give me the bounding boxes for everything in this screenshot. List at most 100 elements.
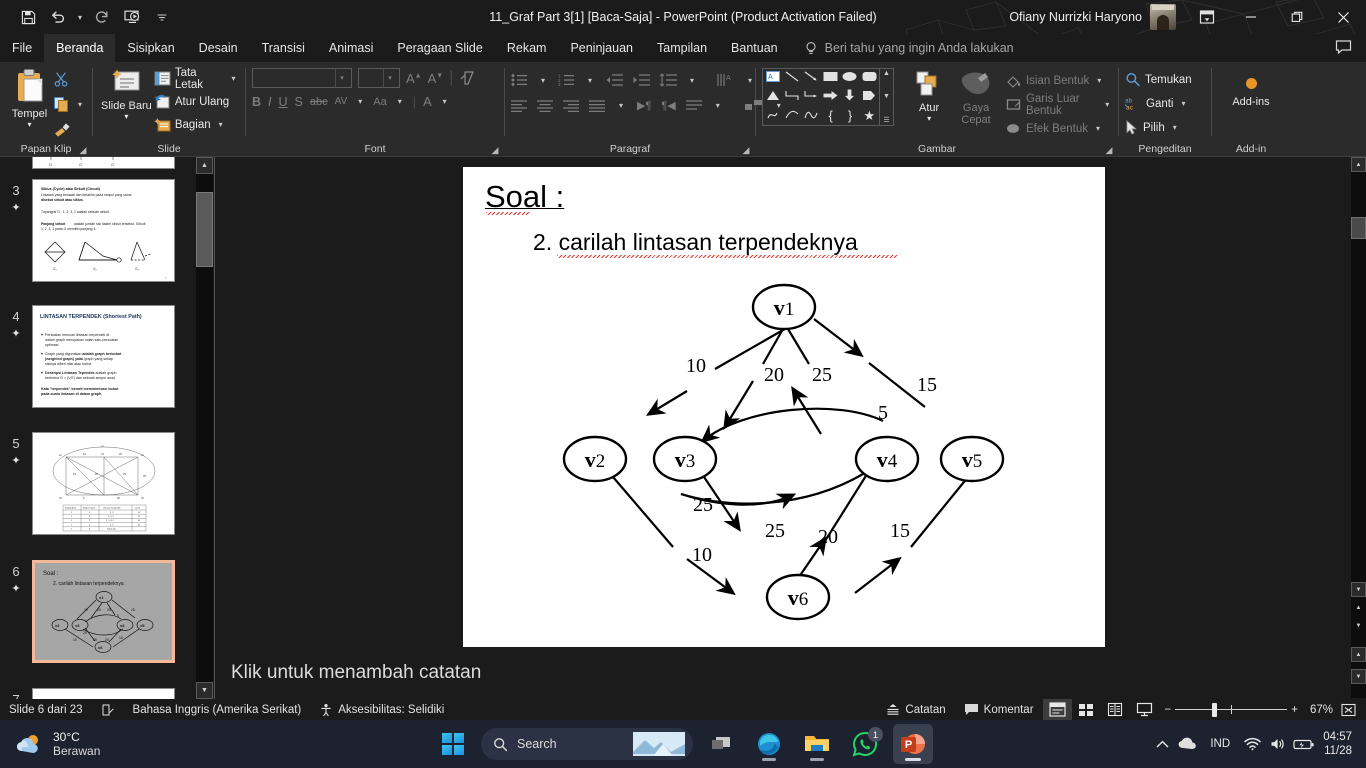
tray-overflow-icon[interactable] (1149, 720, 1175, 768)
reset-button[interactable]: Atur Ulang (154, 90, 239, 113)
view-reading-button[interactable] (1101, 699, 1130, 720)
arrange-caret-icon[interactable]: ▾ (927, 115, 931, 123)
next-slide-button[interactable]: ▼ (1351, 618, 1366, 633)
font-size-dropdown-icon[interactable]: ▾ (383, 69, 396, 87)
font-dialog-launcher[interactable]: ◢ (489, 144, 501, 156)
rectangle-shape-icon[interactable] (823, 69, 838, 87)
wifi-icon[interactable] (1239, 720, 1265, 768)
font-name-dropdown-icon[interactable]: ▾ (335, 69, 348, 87)
accessibility-status[interactable]: Aksesibilitas: Selidiki (310, 699, 453, 720)
numbering-caret-icon[interactable]: ▾ (584, 76, 596, 85)
text-direction-caret-icon[interactable]: ▾ (744, 76, 756, 85)
elbow-connector-icon[interactable] (785, 88, 799, 106)
decrease-indent-icon[interactable] (605, 73, 623, 87)
notes-pane[interactable]: Klik untuk menambah catatan (215, 647, 1351, 698)
save-icon[interactable] (14, 4, 42, 30)
copy-button[interactable]: ▾ (53, 93, 86, 116)
tab-peninjauan[interactable]: Peninjauan (558, 34, 645, 62)
select-button[interactable]: Pilih ▾ (1125, 116, 1192, 139)
drawing-dialog-launcher[interactable]: ◢ (1103, 144, 1115, 156)
zoom-out-button[interactable]: − (1159, 699, 1176, 720)
quick-styles-button[interactable]: Gaya Cepat (952, 68, 1000, 126)
cut-button[interactable] (53, 68, 86, 91)
tab-rekam[interactable]: Rekam (495, 34, 559, 62)
change-case-caret-icon[interactable]: ▾ (394, 97, 406, 106)
scribble-icon[interactable] (766, 107, 780, 125)
smartart-caret-icon[interactable]: ▾ (712, 101, 724, 110)
previous-slide-button[interactable]: ▲ (1351, 600, 1366, 615)
paste-caret-icon[interactable]: ▾ (27, 121, 31, 129)
rounded-rectangle-shape-icon[interactable] (862, 69, 877, 87)
taskbar-clock[interactable]: 04:57 11/28 (1317, 730, 1356, 758)
taskbar-item-powerpoint[interactable]: P (893, 724, 933, 764)
character-spacing-button[interactable]: AV (335, 96, 348, 107)
bullets-caret-icon[interactable]: ▾ (537, 76, 549, 85)
thumb-scrollbar-thumb[interactable] (196, 192, 213, 267)
change-case-button[interactable]: Aa (373, 96, 386, 108)
oval-shape-icon[interactable] (842, 69, 857, 87)
increase-indent-icon[interactable] (632, 73, 650, 87)
tab-transisi[interactable]: Transisi (250, 34, 317, 62)
pentagon-shape-icon[interactable] (862, 88, 876, 106)
text-box-shape-icon[interactable]: A (765, 69, 780, 87)
language-status[interactable]: Bahasa Inggris (Amerika Serikat) (124, 699, 311, 720)
slide-subtitle[interactable]: 2. carilah lintasan terpendeknya (533, 229, 858, 256)
customize-qat-icon[interactable] (148, 4, 176, 30)
view-slide-sorter-button[interactable] (1072, 699, 1101, 720)
onedrive-icon[interactable] (1175, 720, 1201, 768)
comments-button[interactable]: Komentar (955, 699, 1043, 720)
search-input[interactable]: Search (481, 728, 693, 760)
taskbar-item-edge[interactable] (749, 724, 789, 764)
thumbnail-slide-5[interactable]: v1 v2 v3 v4 v5 v6 10 20 15 25 45 5 30 35 Simpul A… (32, 432, 175, 535)
arc-icon[interactable] (804, 107, 818, 125)
tab-animasi[interactable]: Animasi (317, 34, 385, 62)
section-button[interactable]: Bagian ▾ (154, 113, 239, 136)
shapes-scroll-down-icon[interactable]: ▼ (883, 93, 890, 100)
undo-icon[interactable] (44, 4, 72, 30)
undo-dropdown-icon[interactable]: ▾ (74, 13, 86, 22)
view-normal-button[interactable] (1042, 699, 1072, 720)
bold-button[interactable]: B (252, 95, 261, 109)
language-indicator[interactable]: IND (1201, 720, 1239, 768)
tab-sisipkan[interactable]: Sisipkan (115, 34, 186, 62)
select-caret-icon[interactable]: ▾ (1169, 123, 1181, 132)
columns-caret-icon[interactable]: ▾ (615, 101, 627, 110)
tab-bantuan[interactable]: Bantuan (719, 34, 790, 62)
font-name-input[interactable]: ▾ (252, 68, 352, 88)
tab-tampilan[interactable]: Tampilan (645, 34, 719, 62)
tab-beranda[interactable]: Beranda (44, 34, 116, 62)
list-item[interactable]: 6 ✦ Soal : 2. carilah lintasan terpendek… (0, 560, 175, 663)
tell-me-search[interactable]: Beri tahu yang ingin Anda lakukan (790, 34, 1014, 62)
shape-fill-button[interactable]: Isian Bentuk ▾ (1006, 69, 1112, 92)
curve-icon[interactable] (785, 107, 799, 125)
minimize-button[interactable] (1228, 0, 1274, 34)
font-color-button[interactable]: A (423, 94, 432, 109)
shape-effects-button[interactable]: Efek Bentuk ▾ (1006, 117, 1112, 140)
format-painter-button[interactable] (53, 118, 86, 141)
thumbnail-slide-7[interactable] (32, 688, 175, 699)
spellcheck-status[interactable] (92, 699, 124, 720)
thumbnail-slide-6[interactable]: Soal : 2. carilah lintasan terpendeknya (32, 560, 175, 663)
stage-scroll-down-button[interactable]: ▼ (1351, 582, 1366, 597)
shape-outline-caret-icon[interactable]: ▾ (1103, 100, 1112, 109)
task-view-button[interactable] (701, 724, 741, 764)
page-title[interactable]: Soal : (485, 179, 564, 215)
thumb-scroll-up-button[interactable]: ▲ (196, 157, 213, 174)
new-slide-caret-icon[interactable]: ▾ (124, 113, 128, 121)
zoom-slider-handle[interactable] (1212, 703, 1218, 717)
thumbnail-slide-2[interactable]: GGG (32, 157, 175, 169)
arrange-button[interactable]: Atur ▾ (906, 68, 952, 123)
new-slide-button[interactable]: Slide Baru ▾ (99, 66, 154, 121)
list-item[interactable]: 5 ✦ v1 v2 v3 v4 v5 v6 10 20 15 25 45 5 3… (0, 432, 175, 535)
find-button[interactable]: Temukan (1125, 68, 1192, 91)
shapes-more-icon[interactable]: ☰ (883, 116, 889, 124)
star-shape-icon[interactable]: ★ (864, 108, 876, 124)
line-shape-icon[interactable] (785, 69, 799, 87)
thumbnail-slide-3[interactable]: Siklus (Cycle) atau Sirkuit (Circuit) Li… (32, 179, 175, 282)
list-item[interactable]: 4 ✦ LINTASAN TERPENDEK (Shortest Path) P… (0, 305, 175, 408)
bullets-icon[interactable] (511, 73, 528, 87)
ltr-direction-icon[interactable]: ¶◀ (661, 99, 675, 112)
shapes-gallery-scrollbar[interactable]: ▲ ▼ ☰ (880, 68, 894, 126)
add-ins-button[interactable]: Add-ins (1220, 76, 1282, 108)
close-button[interactable] (1320, 0, 1366, 34)
